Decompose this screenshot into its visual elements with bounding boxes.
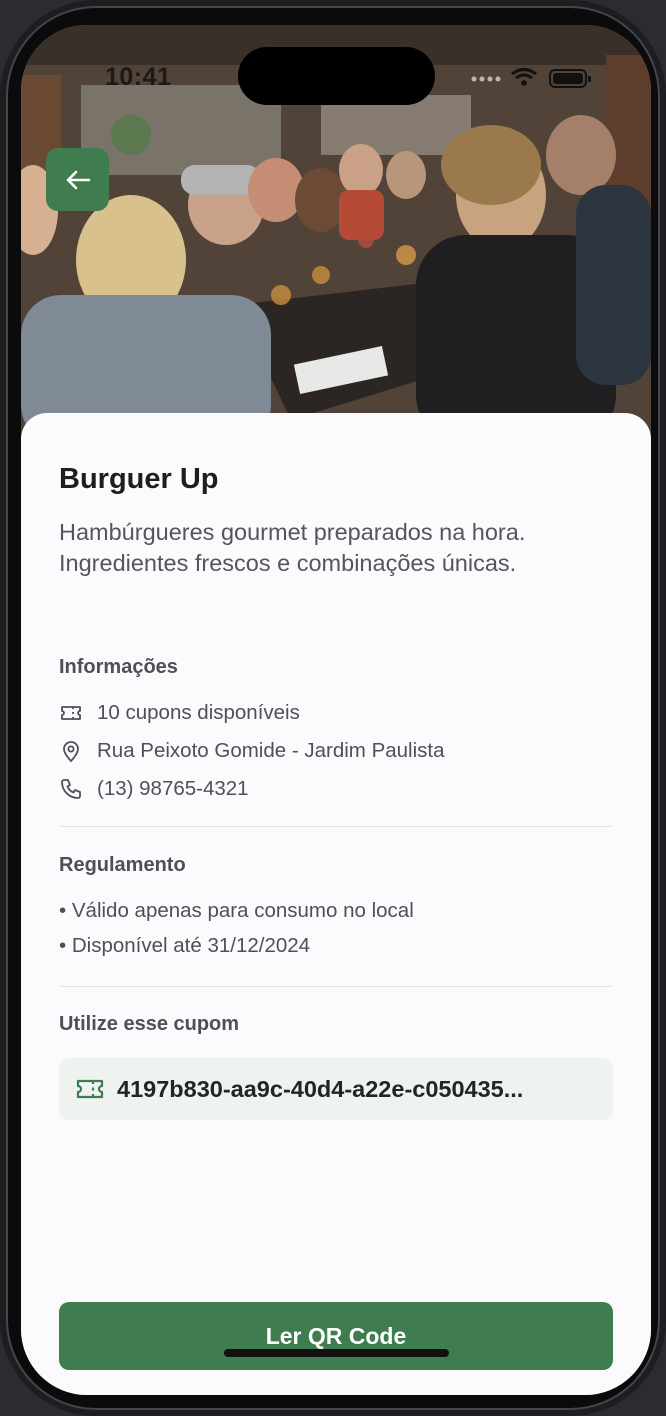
info-heading: Informações: [59, 656, 178, 678]
rule-item: • Disponível até 31/12/2024: [59, 934, 311, 957]
ticket-icon: [59, 701, 83, 725]
divider: [59, 826, 613, 827]
details-sheet: Burguer Up Hambúrgueres gourmet preparad…: [21, 413, 651, 1395]
scan-qr-code-button[interactable]: Ler QR Code: [59, 1302, 613, 1370]
info-address-row: Rua Peixoto Gomide - Jardim Paulista: [59, 736, 445, 766]
screen: 10:41 Burguer Up Hambúrgueres gourmet pr…: [21, 25, 651, 1395]
home-indicator[interactable]: [224, 1349, 449, 1357]
address-text: Rua Peixoto Gomide - Jardim Paulista: [97, 739, 445, 762]
rules-heading: Regulamento: [59, 854, 186, 876]
status-time: 10:41: [105, 63, 172, 91]
coupons-available-text: 10 cupons disponíveis: [97, 701, 300, 724]
info-phone-row[interactable]: (13) 98765-4321: [59, 774, 249, 804]
rule-item: • Válido apenas para consumo no local: [59, 899, 414, 922]
divider: [59, 986, 613, 987]
coupon-code-box[interactable]: 4197b830-aa9c-40d4-a22e-c050435...: [59, 1058, 613, 1120]
phone-frame: 10:41 Burguer Up Hambúrgueres gourmet pr…: [0, 0, 666, 1416]
coupon-code: 4197b830-aa9c-40d4-a22e-c050435...: [117, 1075, 524, 1102]
ticket-icon: [75, 1076, 105, 1102]
coupon-heading: Utilize esse cupom: [59, 1013, 240, 1035]
status-icons: [470, 67, 595, 94]
phone-text: (13) 98765-4321: [97, 777, 249, 800]
restaurant-name: Burguer Up: [59, 463, 219, 495]
back-button[interactable]: [46, 148, 109, 211]
dynamic-island: [238, 47, 435, 105]
map-pin-icon: [59, 739, 83, 763]
info-coupons-row: 10 cupons disponíveis: [59, 698, 300, 728]
signal-wifi-battery-icon: [471, 67, 591, 88]
arrow-left-icon: [66, 170, 90, 189]
restaurant-description: Hambúrgueres gourmet preparados na hora.…: [59, 519, 526, 576]
phone-icon: [59, 777, 83, 801]
